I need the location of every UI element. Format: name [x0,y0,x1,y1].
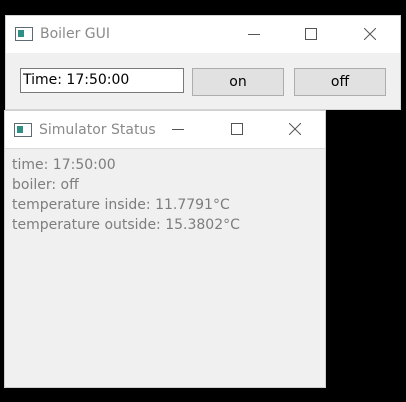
status-time: time: 17:50:00 [12,157,116,173]
status-temperature-inside: temperature inside: 11.7791°C [12,197,230,213]
boiler-gui-titlebar[interactable]: Boiler GUI [6,16,400,53]
simulator-status-title: Simulator Status [39,122,156,138]
window-app-icon [14,123,32,137]
window-app-icon [15,27,33,41]
boiler-gui-window: Boiler GUI Time: 17:50:00 on off [5,15,401,110]
close-icon[interactable] [281,118,309,140]
boiler-gui-title: Boiler GUI [40,26,110,42]
close-icon[interactable] [356,23,384,45]
on-button[interactable]: on [192,68,284,96]
simulator-status-window: Simulator Status time: 17:50:00 boiler: … [4,110,326,388]
simulator-status-titlebar[interactable]: Simulator Status [5,111,325,149]
status-temperature-outside: temperature outside: 15.3802°C [12,217,240,233]
time-input[interactable]: Time: 17:50:00 [20,68,184,93]
minimize-icon[interactable] [164,118,192,140]
status-boiler: boiler: off [12,177,79,193]
maximize-icon[interactable] [223,118,251,140]
minimize-icon[interactable] [240,23,268,45]
status-text-area: time: 17:50:00 boiler: off temperature i… [12,155,240,235]
off-button[interactable]: off [294,68,386,96]
maximize-icon[interactable] [297,23,325,45]
